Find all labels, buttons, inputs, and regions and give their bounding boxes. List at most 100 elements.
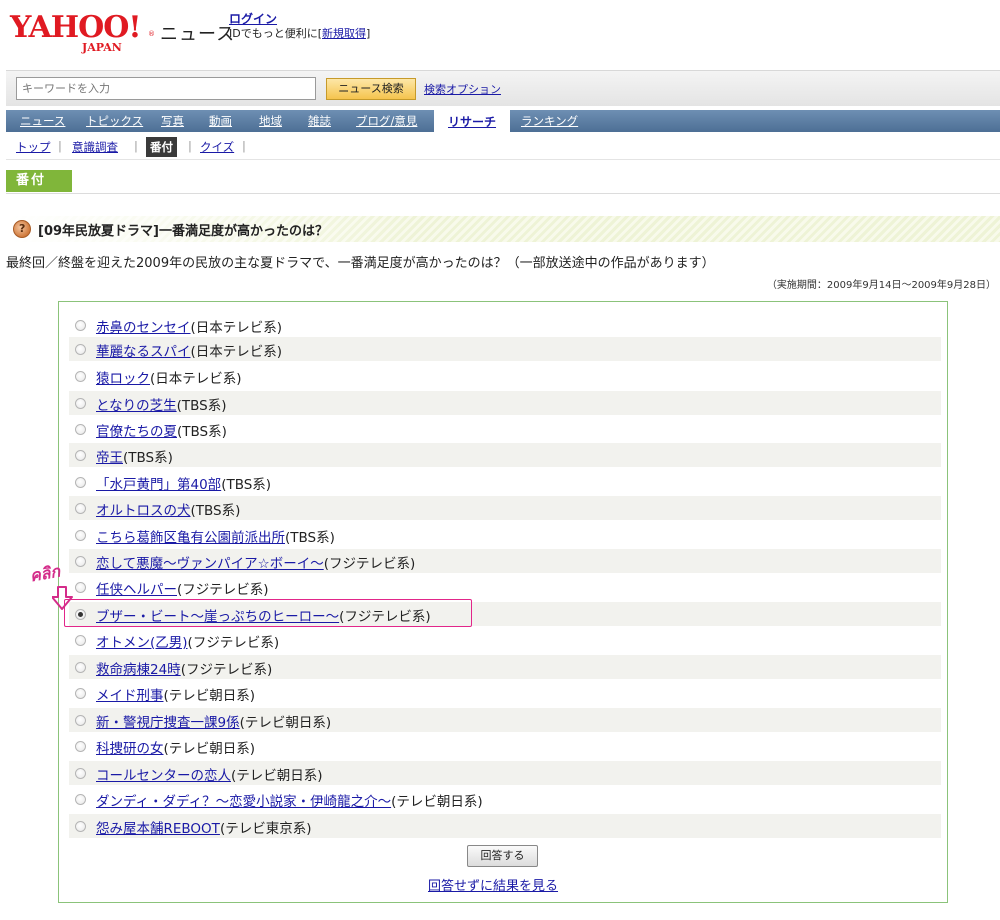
logo-subtext: JAPAN xyxy=(82,41,122,54)
register-link[interactable]: 新規取得 xyxy=(322,27,366,40)
radio-button[interactable] xyxy=(75,662,86,673)
option-title-link[interactable]: 帝王 xyxy=(96,450,123,466)
question-band: [09年民放夏ドラマ]一番満足度が高かったのは？ xyxy=(6,216,1000,242)
nav-blog-opinion[interactable]: ブログ/意見 xyxy=(356,113,417,129)
radio-button[interactable] xyxy=(75,320,86,331)
radio-button[interactable] xyxy=(75,503,86,514)
nav-topics[interactable]: トピックス xyxy=(86,113,143,129)
poll-option[interactable]: 華麗なるスパイ(日本テレビ系) xyxy=(69,337,941,361)
nav-magazines[interactable]: 雑誌 xyxy=(308,113,331,129)
option-network: (フジテレビ系) xyxy=(180,662,273,678)
radio-button[interactable] xyxy=(75,821,86,832)
nav-videos[interactable]: 動画 xyxy=(209,113,232,129)
poll-option[interactable]: コールセンターの恋人(テレビ朝日系) xyxy=(69,761,941,785)
poll-option[interactable]: 救命病棟24時(フジテレビ系) xyxy=(69,655,941,679)
option-network: (フジテレビ系) xyxy=(323,556,416,572)
option-title-link[interactable]: 新・警視庁捜査一課9係 xyxy=(96,715,240,731)
subnav-separator: | xyxy=(134,139,138,153)
radio-button[interactable] xyxy=(75,424,86,435)
login-note-prefix: IDでもっと便利に[ xyxy=(229,27,323,40)
search-input[interactable] xyxy=(16,77,316,100)
poll-option[interactable]: 恋して悪魔～ヴァンパイア☆ボーイ～(フジテレビ系) xyxy=(69,549,941,573)
subnav-opinion-survey[interactable]: 意識調査 xyxy=(72,139,118,155)
option-network: (テレビ朝日系) xyxy=(231,768,323,784)
option-title-link[interactable]: 「水戸黄門」第40部 xyxy=(96,477,221,493)
option-title-link[interactable]: 華麗なるスパイ xyxy=(96,344,191,360)
option-title-link[interactable]: コールセンターの恋人 xyxy=(96,768,231,784)
option-title-link[interactable]: ダンディ・ダディ？～恋愛小説家・伊崎龍之介～ xyxy=(96,794,391,810)
nav-ranking[interactable]: ランキング xyxy=(521,113,578,129)
question-title: [09年民放夏ドラマ]一番満足度が高かったのは？ xyxy=(38,224,328,239)
radio-button[interactable] xyxy=(75,556,86,567)
poll-option[interactable]: 官僚たちの夏(TBS系) xyxy=(69,417,941,441)
news-search-button[interactable]: ニュース検索 xyxy=(326,78,416,100)
annotation-arrow-icon xyxy=(52,586,73,610)
radio-button[interactable] xyxy=(75,794,86,805)
poll-option[interactable]: となりの芝生(TBS系) xyxy=(69,391,941,415)
poll-option[interactable]: 科捜研の女(テレビ朝日系) xyxy=(69,734,941,758)
nav-research[interactable]: リサーチ xyxy=(434,110,511,132)
option-network: (日本テレビ系) xyxy=(190,320,283,336)
radio-button[interactable] xyxy=(75,768,86,779)
radio-button[interactable] xyxy=(75,530,86,541)
radio-button[interactable] xyxy=(75,715,86,726)
login-note-suffix: ] xyxy=(366,27,371,40)
option-title-link[interactable]: 怨み屋本舗REBOOT xyxy=(96,821,220,837)
radio-button[interactable] xyxy=(75,371,86,382)
option-title-link[interactable]: 任侠ヘルパー xyxy=(96,582,177,598)
view-results-link[interactable]: 回答せずに結果を見る xyxy=(428,875,558,894)
nav-news[interactable]: ニュース xyxy=(20,113,65,129)
login-block: ログイン IDでもっと便利に[新規取得] xyxy=(229,12,370,41)
nav-photos[interactable]: 写真 xyxy=(161,113,184,129)
poll-option[interactable]: メイド刑事(テレビ朝日系) xyxy=(69,681,941,705)
service-name: ニュース xyxy=(160,24,236,45)
poll-option[interactable]: ダンディ・ダディ？～恋愛小説家・伊崎龍之介～(テレビ朝日系) xyxy=(69,787,941,811)
option-network: (日本テレビ系) xyxy=(150,371,242,387)
option-title-link[interactable]: となりの芝生 xyxy=(96,398,177,414)
section-title: 番付 xyxy=(6,170,72,192)
option-network: (TBS系) xyxy=(221,477,272,493)
poll-option[interactable]: オトメン(乙男)(フジテレビ系) xyxy=(69,628,941,652)
poll-option[interactable]: 任侠ヘルパー(フジテレビ系) xyxy=(69,575,941,599)
radio-button[interactable] xyxy=(75,635,86,646)
login-link[interactable]: ログイン xyxy=(229,12,277,26)
radio-button[interactable] xyxy=(75,688,86,699)
yahoo-japan-logo[interactable]: YAHOO! JAPAN ® xyxy=(10,12,158,56)
option-network: (TBS系) xyxy=(177,424,227,440)
subnav-quiz[interactable]: クイズ xyxy=(200,139,234,155)
poll-option[interactable]: 赤鼻のセンセイ(日本テレビ系) xyxy=(69,313,941,337)
poll-option[interactable]: こちら葛飾区亀有公園前派出所(TBS系) xyxy=(69,523,941,547)
option-title-link[interactable]: 科捜研の女 xyxy=(96,741,164,757)
radio-button[interactable] xyxy=(75,741,86,752)
option-network: (TBS系) xyxy=(123,450,173,466)
option-title-link[interactable]: オルトロスの犬 xyxy=(96,503,191,519)
poll-option[interactable]: 帝王(TBS系) xyxy=(69,443,941,467)
radio-button[interactable] xyxy=(75,398,86,409)
subnav-separator: | xyxy=(188,139,192,153)
option-network: (テレビ朝日系) xyxy=(391,794,483,810)
option-title-link[interactable]: メイド刑事 xyxy=(96,688,164,704)
poll-option[interactable]: オルトロスの犬(TBS系) xyxy=(69,496,941,520)
search-bar: ニュース検索 検索オプション xyxy=(6,70,1000,106)
option-title-link[interactable]: 救命病棟24時 xyxy=(96,662,181,678)
option-title-link[interactable]: 赤鼻のセンセイ xyxy=(96,320,191,336)
search-options-link[interactable]: 検索オプション xyxy=(424,81,501,97)
poll-option[interactable]: 猿ロック(日本テレビ系) xyxy=(69,364,941,388)
nav-region[interactable]: 地域 xyxy=(259,113,282,129)
radio-button[interactable] xyxy=(75,344,86,355)
option-title-link[interactable]: こちら葛飾区亀有公園前派出所 xyxy=(96,530,285,546)
radio-button[interactable] xyxy=(75,477,86,488)
poll-option[interactable]: 怨み屋本舗REBOOT(テレビ東京系) xyxy=(69,814,941,838)
option-network: (TBS系) xyxy=(190,503,241,519)
option-network: (TBS系) xyxy=(176,398,227,414)
option-title-link[interactable]: 官僚たちの夏 xyxy=(96,424,177,440)
option-title-link[interactable]: 猿ロック xyxy=(96,371,150,387)
survey-period: （実施期間：2009年9月14日～2009年9月28日） xyxy=(766,280,996,291)
poll-option[interactable]: 「水戸黄門」第40部(TBS系) xyxy=(69,470,941,494)
subnav-top[interactable]: トップ xyxy=(16,139,51,155)
poll-option[interactable]: 新・警視庁捜査一課9係(テレビ朝日系) xyxy=(69,708,941,732)
submit-answer-button[interactable]: 回答する xyxy=(467,845,538,867)
option-title-link[interactable]: 恋して悪魔～ヴァンパイア☆ボーイ～ xyxy=(96,556,324,572)
option-title-link[interactable]: オトメン(乙男) xyxy=(96,635,188,651)
radio-button[interactable] xyxy=(75,450,86,461)
